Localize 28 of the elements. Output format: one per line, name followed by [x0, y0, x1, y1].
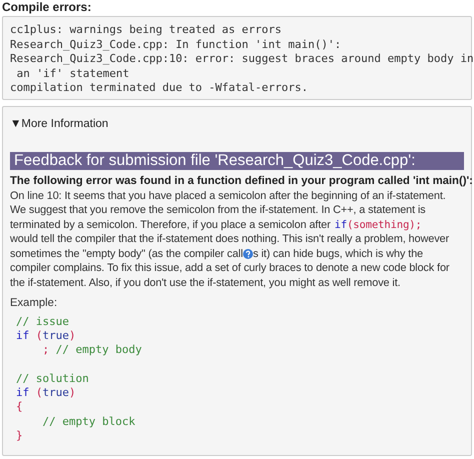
- more-information-toggle[interactable]: ▼More Information: [10, 116, 108, 132]
- explanation-text: terminated by a semicolon. Therefore, if you place a semicolon after: [10, 218, 330, 232]
- code-line: // issue: [16, 314, 69, 329]
- section-heading: Compile errors:: [2, 0, 92, 13]
- explanation-text: the if-statement. Also, if you don't use the if-statement, you might as well remove it.: [10, 276, 400, 291]
- explanation-text: We suggest that you remove the semicolon from the if-statement. In C++, a statement is: [10, 203, 426, 218]
- code-line: if (true): [16, 386, 76, 400]
- console-line: cc1plus: warnings being treated as errors: [10, 23, 282, 38]
- console-line: Research_Quiz3_Code.cpp: In function 'int main()':: [10, 38, 342, 52]
- console-line: Research_Quiz3_Code.cpp:10: error: suggest braces around empty body in: [10, 52, 474, 66]
- help-icon[interactable]: [242, 249, 253, 260]
- code-line: if (true): [16, 328, 76, 344]
- code-line: {: [16, 400, 23, 415]
- explanation-text: s it) can hide bugs, which is why the: [252, 246, 423, 262]
- feedback-title: Feedback for submission file 'Research_Quiz3_Code.cpp':: [10, 152, 464, 170]
- explanation-text: compiler complains. To fix this issue, add a set of curly braces to denote a new code block for: [10, 261, 450, 276]
- explanation-text: On line 10: It seems that you have placed a semicolon after the beginning of an if-statement.: [10, 188, 446, 204]
- code-line: // solution: [16, 372, 89, 386]
- code-line: ; // empty body: [41, 343, 142, 358]
- example-label: Example:: [10, 296, 58, 310]
- console-line: an 'if' statement: [16, 66, 130, 81]
- code-line: // empty block: [41, 414, 136, 430]
- console-line: compilation terminated due to -Wfatal-errors.: [10, 81, 308, 96]
- code-line: }: [16, 429, 23, 444]
- inline-code: if(something);: [334, 218, 422, 232]
- error-summary: The following error was found in a function defined in your program called 'int main()':: [10, 174, 473, 188]
- explanation-text: would tell the compiler that the if-statement does nothing. This isn't really a problem, however: [10, 232, 450, 247]
- explanation-text: sometimes the "empty body" (as the compiler call: [10, 246, 243, 262]
